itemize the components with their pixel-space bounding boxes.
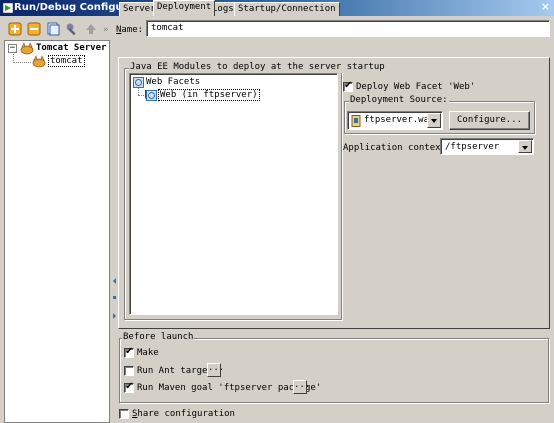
more-icon[interactable]: » [103, 24, 108, 36]
chevron-down-icon[interactable] [427, 113, 441, 128]
tree-collapse-toggle[interactable]: − [8, 44, 17, 53]
web-module-icon [146, 90, 157, 101]
web-facets-icon [133, 77, 144, 88]
deploy-web-facet-label: Deploy Web Facet 'Web' [356, 82, 476, 92]
tab-startup-connection[interactable]: Startup/Connection [234, 2, 340, 16]
make-label: Make [137, 348, 159, 358]
collapse-left-arrow-icon[interactable] [113, 278, 116, 284]
move-up-icon[interactable] [84, 22, 98, 36]
splitter-grip-icon [113, 296, 116, 299]
chevron-down-icon[interactable] [518, 140, 532, 153]
share-configuration-label: Share configuration [132, 409, 235, 419]
expand-right-arrow-icon[interactable] [113, 313, 116, 319]
run-ant-target-checkbox[interactable] [124, 366, 134, 376]
deploy-web-facet-checkbox[interactable]: ✔ [343, 80, 353, 92]
deployment-source-title: Deployment Source: [349, 95, 449, 106]
run-maven-goal-checkbox[interactable]: ✔ [124, 381, 134, 393]
name-input[interactable]: tomcat [146, 20, 550, 37]
add-icon[interactable] [8, 22, 22, 36]
ant-target-browse-button[interactable]: ... [207, 363, 224, 377]
modules-tree[interactable]: Web Facets ✔ Web (in ftpserver) [129, 73, 338, 315]
before-launch-title: Before launch [122, 332, 195, 343]
copy-icon[interactable] [46, 22, 60, 36]
tree-item-tomcat[interactable]: tomcat [48, 55, 85, 67]
tree-item-tomcat-server[interactable]: Tomcat Server [36, 42, 106, 55]
tab-deployment[interactable]: Deployment [153, 0, 216, 16]
settings-wrench-icon[interactable] [65, 22, 79, 36]
share-configuration-checkbox[interactable] [119, 409, 129, 419]
modules-item-web[interactable]: Web (in ftpserver) [158, 89, 260, 101]
close-button[interactable]: × [539, 1, 552, 14]
modules-group-title: Java EE Modules to deploy at the server … [129, 62, 386, 73]
app-context-select[interactable]: /ftpserver [440, 138, 534, 155]
app-icon [2, 2, 14, 14]
maven-goal-browse-button[interactable]: ... [293, 380, 310, 394]
app-context-label: Application context: [343, 143, 452, 153]
tomcat-icon [20, 42, 34, 55]
deployment-source-select[interactable]: ftpserver.war [347, 111, 443, 130]
make-checkbox[interactable]: ✔ [124, 346, 134, 358]
run-ant-target-label: Run Ant target [137, 366, 213, 376]
configure-button[interactable]: Configure... [449, 111, 530, 130]
war-file-icon [351, 115, 361, 127]
configuration-tree[interactable]: − Tomcat Server tomcat [4, 40, 110, 423]
tomcat-config-icon [32, 55, 46, 68]
name-label: Name: [116, 25, 144, 35]
remove-icon[interactable] [27, 22, 41, 36]
modules-item-web-facets[interactable]: Web Facets [146, 76, 200, 89]
